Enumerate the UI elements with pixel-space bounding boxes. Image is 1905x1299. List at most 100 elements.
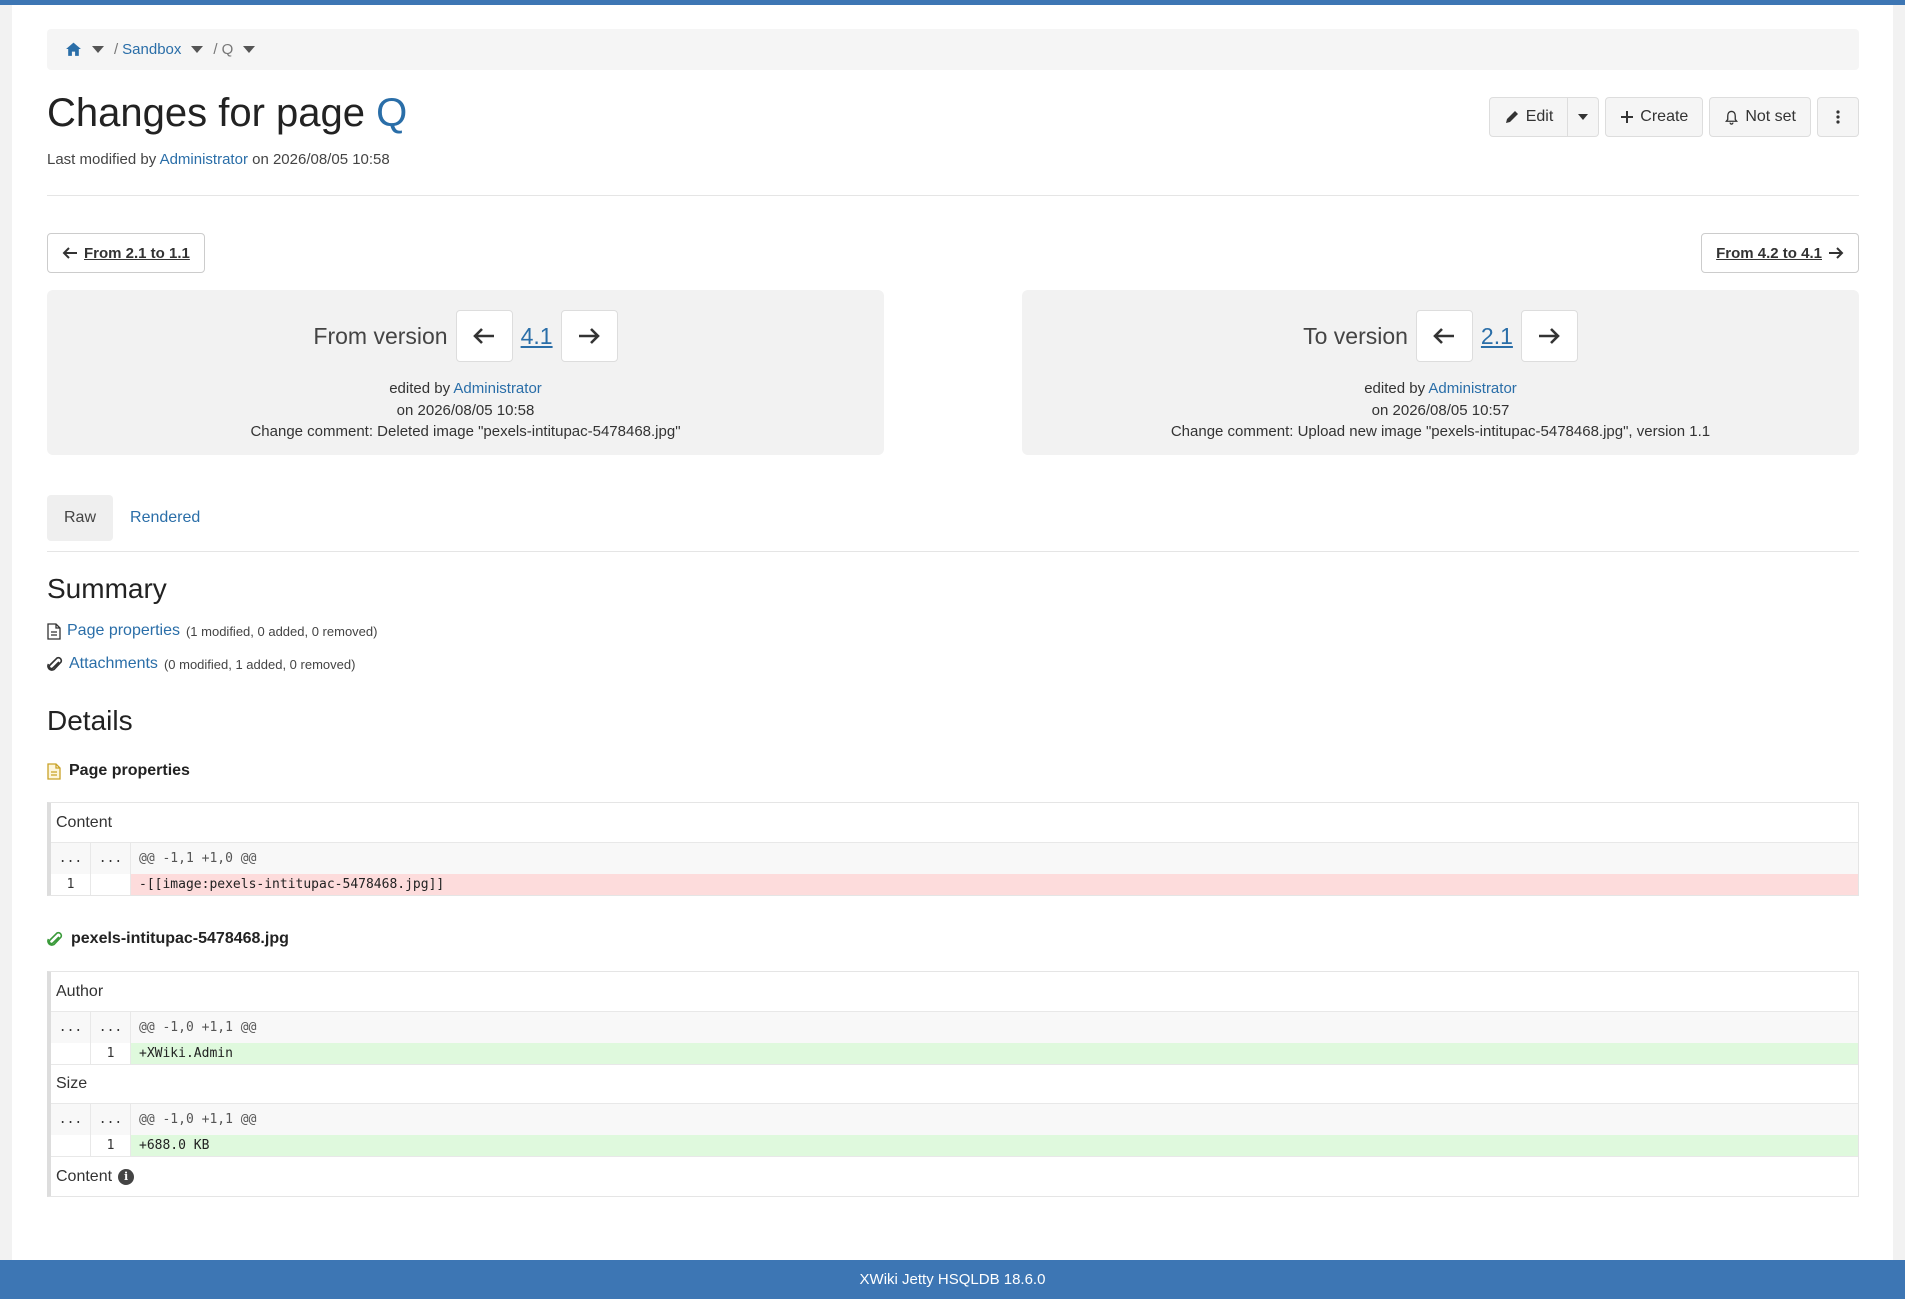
diff-content-label: Content	[56, 1167, 113, 1185]
edit-dropdown-button[interactable]	[1568, 97, 1600, 137]
page-title-link[interactable]: Q	[376, 91, 407, 135]
details-page-properties-heading: Page properties	[47, 762, 190, 780]
breadcrumb-separator: /	[213, 41, 218, 58]
from-version-editor-link[interactable]: Administrator	[453, 380, 541, 397]
line-number: 1	[51, 874, 91, 895]
to-version-comment: Change comment: Upload new image "pexels…	[1170, 423, 1711, 440]
details-attachment-title: pexels-intitupac-5478468.jpg	[71, 930, 289, 947]
to-version-editor-link[interactable]: Administrator	[1428, 380, 1516, 397]
to-version-number[interactable]: 2.1	[1481, 323, 1513, 350]
breadcrumb: / Sandbox / Q	[47, 29, 1859, 70]
line-number: 1	[91, 1043, 131, 1064]
tab-raw[interactable]: Raw	[47, 495, 114, 541]
paperclip-icon	[47, 931, 63, 946]
edited-by-prefix: edited by	[389, 380, 454, 397]
summary-item-page-properties: Page properties (1 modified, 0 added, 0 …	[47, 622, 377, 640]
line-number: ...	[51, 1104, 91, 1135]
summary-page-properties-link[interactable]: Page properties	[67, 622, 180, 640]
file-icon	[47, 762, 61, 780]
hunk-text: @@ -1,0 +1,1 @@	[139, 1112, 257, 1127]
line-number: ...	[91, 1012, 131, 1043]
diff-hunk-header: ... ... @@ -1,0 +1,1 @@	[51, 1012, 1858, 1043]
previous-change-button[interactable]: From 2.1 to 1.1	[47, 233, 205, 273]
notifications-label: Not set	[1745, 108, 1796, 125]
from-version-editor: edited by Administrator	[47, 378, 884, 400]
create-button[interactable]: Create	[1605, 97, 1704, 137]
summary-page-properties-counts: (1 modified, 0 added, 0 removed)	[185, 623, 378, 639]
edit-label: Edit	[1525, 108, 1554, 125]
edit-button-group: Edit	[1488, 97, 1600, 137]
diff-title: Content	[51, 803, 1858, 843]
from-version-next-button[interactable]	[560, 310, 618, 362]
edit-button[interactable]: Edit	[1488, 97, 1569, 137]
to-version-label: To version	[1303, 322, 1408, 349]
arrow-left-icon	[1433, 328, 1455, 344]
file-icon	[47, 622, 61, 640]
breadcrumb-item-current: Q	[221, 41, 234, 58]
last-modified-user-link[interactable]: Administrator	[160, 151, 248, 168]
diff-line-text: +XWiki.Admin	[131, 1043, 1858, 1064]
summary-attachments-link[interactable]: Attachments	[69, 655, 158, 673]
edited-by-prefix: edited by	[1364, 380, 1429, 397]
last-modified-date: on 2026/08/05 10:58	[247, 151, 390, 168]
create-label: Create	[1640, 108, 1689, 125]
summary-attachments-counts: (0 modified, 1 added, 0 removed)	[163, 656, 356, 672]
info-icon[interactable]: i	[118, 1168, 135, 1185]
diff-attachment: Author ... ... @@ -1,0 +1,1 @@ 1 +XWiki.…	[47, 971, 1859, 1197]
summary-heading: Summary	[47, 573, 167, 604]
arrow-right-icon	[1829, 247, 1844, 259]
plus-icon	[1621, 111, 1634, 123]
more-actions-button[interactable]	[1817, 97, 1859, 137]
line-number-empty	[91, 874, 131, 895]
hunk-text: @@ -1,0 +1,1 @@	[139, 1020, 257, 1035]
chevron-down-icon[interactable]	[243, 46, 256, 53]
from-version-comment: Change comment: Deleted image "pexels-in…	[250, 423, 681, 440]
summary-item-attachments: Attachments (0 modified, 1 added, 0 remo…	[47, 655, 355, 673]
from-version-number[interactable]: 4.1	[521, 323, 553, 350]
details-page-properties-title: Page properties	[69, 762, 190, 779]
chevron-down-icon[interactable]	[92, 46, 104, 53]
line-number: ...	[91, 843, 131, 874]
footer-version-text: XWiki Jetty HSQLDB 18.6.0	[859, 1271, 1046, 1288]
pencil-icon	[1505, 111, 1518, 123]
view-tabs: Raw Rendered	[47, 495, 217, 541]
footer: XWiki Jetty HSQLDB 18.6.0	[0, 1260, 1905, 1299]
bell-icon	[1725, 110, 1739, 125]
to-version-panel: To version 2.1 edited by Administrator o…	[1022, 290, 1859, 455]
page-actions: Edit Create Not set	[1488, 97, 1859, 137]
arrow-left-icon	[62, 247, 77, 259]
page-title-prefix: Changes for page	[47, 91, 377, 135]
page-title: Changes for page Q	[47, 91, 407, 136]
chevron-down-icon[interactable]	[191, 46, 204, 53]
last-modified-prefix: Last modified by	[47, 151, 160, 168]
previous-change-label: From 2.1 to 1.1	[84, 244, 190, 262]
top-accent-bar	[0, 0, 1905, 5]
notifications-button[interactable]: Not set	[1709, 97, 1811, 137]
to-version-editor: edited by Administrator	[1022, 378, 1859, 400]
tab-rendered[interactable]: Rendered	[113, 495, 217, 541]
next-change-button[interactable]: From 4.2 to 4.1	[1701, 233, 1859, 273]
line-number-empty	[51, 1043, 91, 1064]
line-number: ...	[51, 1012, 91, 1043]
arrow-right-icon	[579, 328, 600, 344]
arrow-left-icon	[473, 328, 495, 344]
home-icon[interactable]	[65, 41, 82, 58]
diff-line-text: -[[image:pexels-intitupac-5478468.jpg]]	[131, 874, 1858, 895]
diff-line-added: 1 +XWiki.Admin	[51, 1043, 1858, 1064]
to-version-next-button[interactable]	[1520, 310, 1578, 362]
to-version-prev-button[interactable]	[1415, 310, 1473, 362]
breadcrumb-item-sandbox[interactable]: Sandbox	[122, 41, 181, 58]
page-gutter-right	[1893, 5, 1905, 1260]
next-change-label: From 4.2 to 4.1	[1716, 244, 1822, 262]
from-version-prev-button[interactable]	[455, 310, 513, 362]
diff-line-text: +688.0 KB	[131, 1135, 1858, 1156]
breadcrumb-separator: /	[114, 41, 119, 58]
diff-title-content: Content i	[51, 1156, 1858, 1196]
divider	[47, 551, 1859, 552]
line-number: 1	[91, 1135, 131, 1156]
more-vertical-icon	[1836, 110, 1840, 124]
paperclip-icon	[47, 656, 63, 671]
page-gutter-left	[0, 5, 12, 1260]
details-attachment-heading: pexels-intitupac-5478468.jpg	[47, 930, 289, 948]
from-version-panel: From version 4.1 edited by Administrator…	[47, 290, 884, 455]
